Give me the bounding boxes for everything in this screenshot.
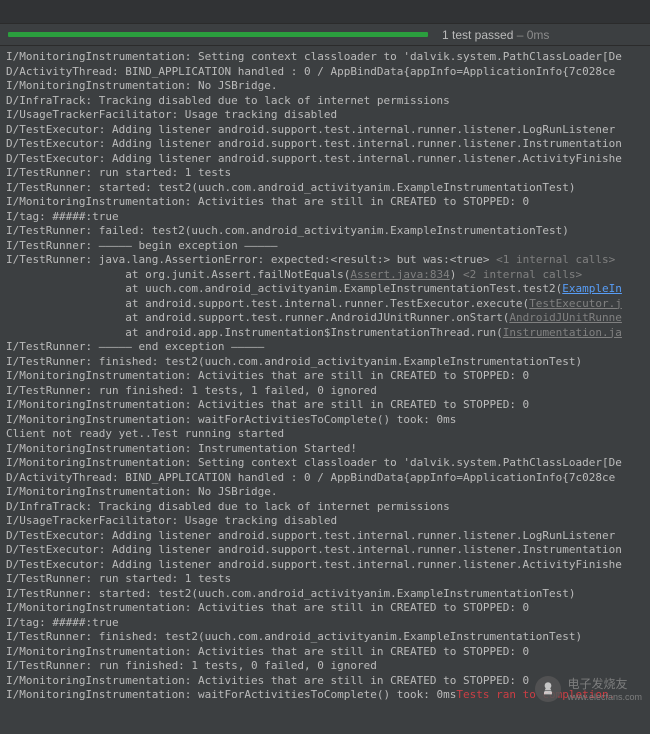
test-progress-bar <box>8 32 428 37</box>
log-line: I/UsageTrackerFacilitator: Usage trackin… <box>6 514 644 529</box>
log-line: I/MonitoringInstrumentation: Activities … <box>6 195 644 210</box>
log-line: D/TestExecutor: Adding listener android.… <box>6 529 644 544</box>
watermark-title: 电子发烧友 <box>567 675 642 692</box>
test-status-bar: 1 test passed – 0ms <box>0 24 650 46</box>
log-line: D/InfraTrack: Tracking disabled due to l… <box>6 94 644 109</box>
log-line: I/MonitoringInstrumentation: Setting con… <box>6 456 644 471</box>
log-line: I/TestRunner: run started: 1 tests <box>6 572 644 587</box>
dim-text: <2 internal calls> <box>463 268 582 281</box>
tests-passed-count: 1 test passed <box>442 28 513 42</box>
log-line: I/TestRunner: ––––– end exception ––––– <box>6 340 644 355</box>
watermark-text-wrap: 电子发烧友 www.elecfans.com <box>567 675 642 702</box>
log-line: at android.app.Instrumentation$Instrumen… <box>6 326 644 341</box>
dim-text: <1 internal calls> <box>496 253 615 266</box>
source-link[interactable]: Assert.java:834 <box>350 268 449 281</box>
log-line: at uuch.com.android_activityanim.Example… <box>6 282 644 297</box>
log-line: I/TestRunner: started: test2(uuch.com.an… <box>6 181 644 196</box>
log-line: I/tag: #####:true <box>6 616 644 631</box>
log-line: D/TestExecutor: Adding listener android.… <box>6 558 644 573</box>
log-line: I/TestRunner: run finished: 1 tests, 0 f… <box>6 659 644 674</box>
log-line: D/InfraTrack: Tracking disabled due to l… <box>6 500 644 515</box>
log-line: D/TestExecutor: Adding listener android.… <box>6 543 644 558</box>
log-line: I/tag: #####:true <box>6 210 644 225</box>
log-line: I/TestRunner: failed: test2(uuch.com.and… <box>6 224 644 239</box>
log-line: I/MonitoringInstrumentation: Activities … <box>6 645 644 660</box>
log-line: D/TestExecutor: Adding listener android.… <box>6 152 644 167</box>
log-line: I/MonitoringInstrumentation: Activities … <box>6 369 644 384</box>
watermark-url: www.elecfans.com <box>567 692 642 702</box>
log-line: I/MonitoringInstrumentation: waitForActi… <box>6 413 644 428</box>
log-line: D/ActivityThread: BIND_APPLICATION handl… <box>6 65 644 80</box>
log-line: at android.support.test.internal.runner.… <box>6 297 644 312</box>
log-line: I/MonitoringInstrumentation: Setting con… <box>6 50 644 65</box>
log-line: at android.support.test.runner.AndroidJU… <box>6 311 644 326</box>
log-line: I/UsageTrackerFacilitator: Usage trackin… <box>6 108 644 123</box>
log-line: at org.junit.Assert.failNotEquals(Assert… <box>6 268 644 283</box>
log-line: I/MonitoringInstrumentation: Activities … <box>6 398 644 413</box>
log-line: I/TestRunner: run started: 1 tests <box>6 166 644 181</box>
source-link[interactable]: Instrumentation.ja <box>503 326 622 339</box>
log-line: I/TestRunner: finished: test2(uuch.com.a… <box>6 355 644 370</box>
log-line: I/MonitoringInstrumentation: No JSBridge… <box>6 79 644 94</box>
log-line: D/TestExecutor: Adding listener android.… <box>6 137 644 152</box>
log-line: I/TestRunner: ––––– begin exception ––––… <box>6 239 644 254</box>
source-link[interactable]: TestExecutor.j <box>529 297 622 310</box>
log-line: Client not ready yet..Test running start… <box>6 427 644 442</box>
log-line: I/MonitoringInstrumentation: Instrumenta… <box>6 442 644 457</box>
tab-bar <box>0 0 650 24</box>
watermark-icon <box>535 676 561 702</box>
log-output-area[interactable]: I/MonitoringInstrumentation: Setting con… <box>0 46 650 707</box>
log-line: I/TestRunner: run finished: 1 tests, 1 f… <box>6 384 644 399</box>
log-line: I/TestRunner: finished: test2(uuch.com.a… <box>6 630 644 645</box>
log-line: I/TestRunner: java.lang.AssertionError: … <box>6 253 644 268</box>
source-link[interactable]: AndroidJUnitRunne <box>509 311 622 324</box>
log-line: D/ActivityThread: BIND_APPLICATION handl… <box>6 471 644 486</box>
log-line: D/TestExecutor: Adding listener android.… <box>6 123 644 138</box>
source-link[interactable]: ExampleIn <box>562 282 622 295</box>
test-status-text: 1 test passed – 0ms <box>442 28 549 42</box>
log-line: I/TestRunner: started: test2(uuch.com.an… <box>6 587 644 602</box>
log-line: I/MonitoringInstrumentation: No JSBridge… <box>6 485 644 500</box>
watermark: 电子发烧友 www.elecfans.com <box>535 675 642 702</box>
tests-time: – 0ms <box>513 28 549 42</box>
log-line: I/MonitoringInstrumentation: Activities … <box>6 601 644 616</box>
